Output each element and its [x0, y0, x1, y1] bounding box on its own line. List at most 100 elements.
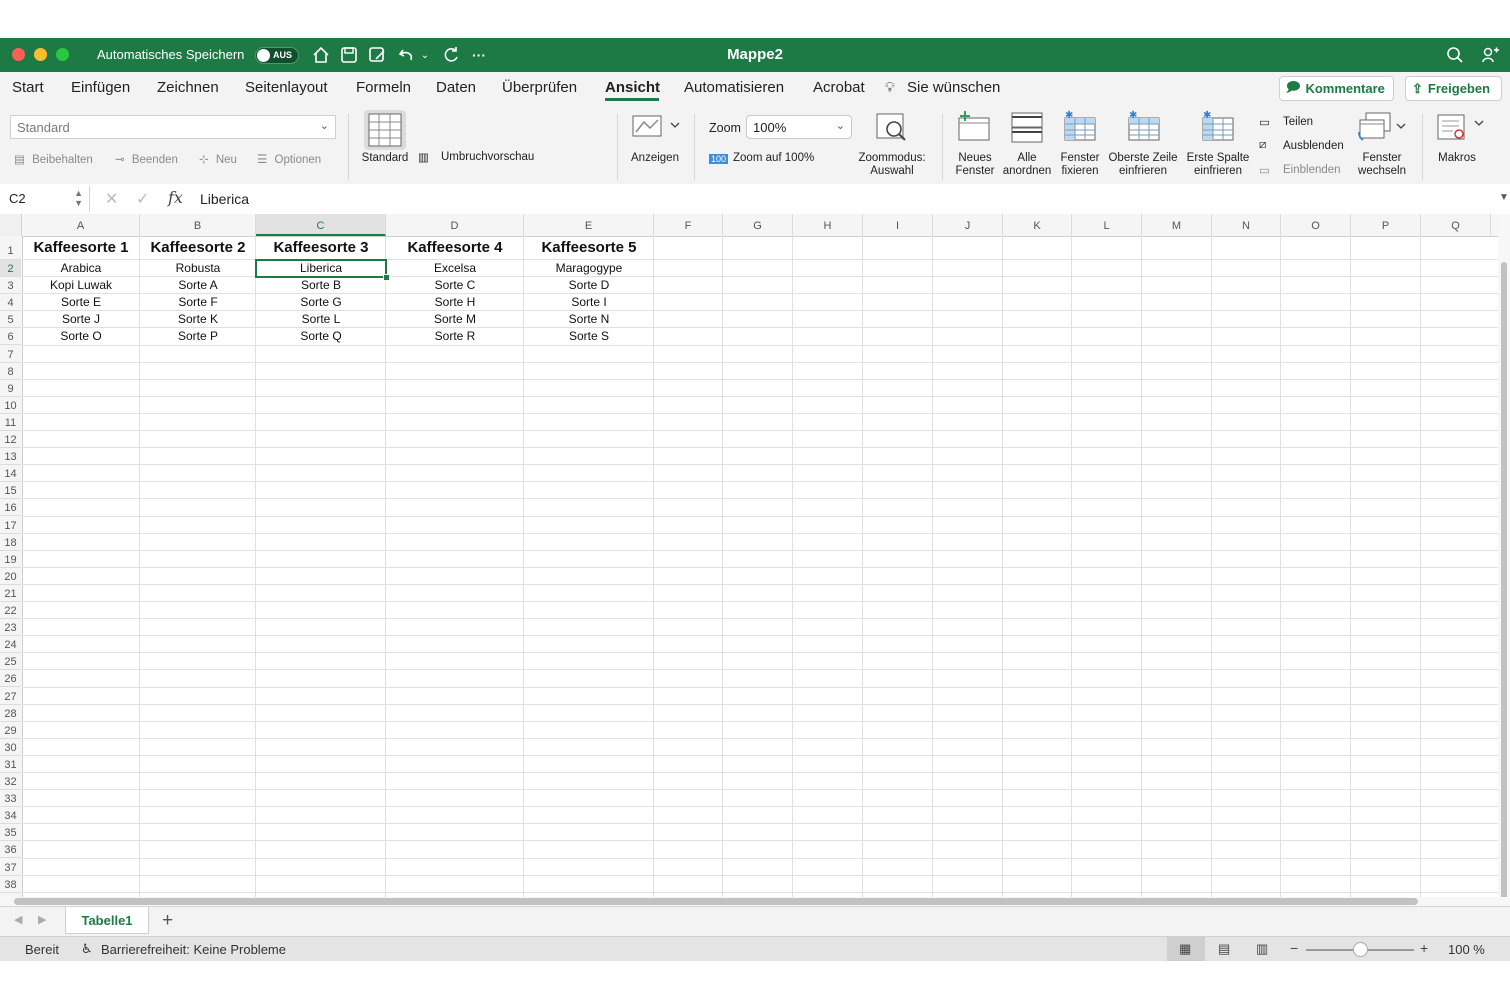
table-cell[interactable]: Sorte A — [140, 278, 256, 292]
table-cell[interactable]: Arabica — [22, 261, 140, 275]
table-cell[interactable]: Sorte O — [22, 329, 140, 343]
row-header-18[interactable]: 18 — [0, 534, 21, 551]
table-cell[interactable]: Sorte G — [256, 295, 386, 309]
row-header-10[interactable]: 10 — [0, 397, 21, 414]
table-cell[interactable]: Sorte P — [140, 329, 256, 343]
name-box[interactable]: C2 ▲ ▼ — [0, 186, 90, 212]
tell-me-search[interactable]: Sie wünschen — [907, 79, 1000, 96]
exit-view-button[interactable]: ⊸ Beenden — [115, 152, 178, 166]
page-layout-view-icon[interactable]: ▤ — [1218, 941, 1230, 957]
row-header-13[interactable]: 13 — [0, 448, 21, 466]
table-cell[interactable]: Sorte J — [22, 312, 140, 326]
column-header-k[interactable]: K — [1003, 214, 1072, 236]
column-header-i[interactable]: I — [863, 214, 933, 236]
arrange-all-icon[interactable] — [1009, 110, 1045, 149]
standard-view-button[interactable] — [364, 110, 406, 150]
row-header-3[interactable]: 3 — [0, 277, 21, 295]
row-header-16[interactable]: 16 — [0, 499, 21, 517]
row-header-29[interactable]: 29 — [0, 722, 21, 739]
row-header-31[interactable]: 31 — [0, 756, 21, 773]
table-cell[interactable]: Sorte H — [386, 295, 524, 309]
column-header-n[interactable]: N — [1212, 214, 1281, 236]
row-header-36[interactable]: 36 — [0, 841, 21, 859]
sheet-prev-icon[interactable]: ◀ — [14, 913, 22, 926]
insert-function-icon[interactable]: fx — [168, 188, 183, 207]
accessibility-status[interactable]: Barrierefreiheit: Keine Probleme — [101, 942, 286, 957]
add-sheet-icon[interactable]: + — [162, 910, 173, 932]
unhide-button[interactable]: Einblenden — [1283, 164, 1341, 176]
tab-seitenlayout[interactable]: Seitenlayout — [245, 79, 328, 96]
zoom-100-button[interactable]: Zoom auf 100% — [733, 152, 814, 164]
column-title-cell[interactable]: Kaffeesorte 2 — [140, 239, 256, 256]
vertical-scrollbar[interactable] — [1498, 214, 1510, 922]
break-preview-button[interactable]: Umbruchvorschau — [441, 151, 534, 163]
row-header-15[interactable]: 15 — [0, 482, 21, 500]
column-title-cell[interactable]: Kaffeesorte 3 — [256, 239, 386, 256]
column-header-h[interactable]: H — [793, 214, 863, 236]
row-header-28[interactable]: 28 — [0, 705, 21, 722]
column-header-f[interactable]: F — [654, 214, 723, 236]
column-header-l[interactable]: L — [1072, 214, 1142, 236]
new-view-button[interactable]: ⊹ Neu — [199, 152, 237, 166]
formula-input[interactable]: Liberica — [200, 191, 249, 207]
account-icon[interactable] — [1480, 44, 1502, 66]
tab-start[interactable]: Start — [12, 79, 44, 96]
column-header-c[interactable]: C — [256, 214, 386, 236]
row-header-11[interactable]: 11 — [0, 414, 21, 431]
column-header-d[interactable]: D — [386, 214, 524, 236]
keep-view-button[interactable]: ▤ Beibehalten — [14, 152, 93, 166]
row-header-1[interactable]: 1 — [0, 236, 21, 260]
share-button[interactable]: ⇪ Freigeben — [1405, 76, 1502, 101]
row-header-32[interactable]: 32 — [0, 773, 21, 791]
column-header-b[interactable]: B — [140, 214, 256, 236]
column-header-j[interactable]: J — [933, 214, 1003, 236]
tab-ueberpruefen[interactable]: Überprüfen — [502, 79, 577, 96]
row-header-38[interactable]: 38 — [0, 876, 21, 893]
column-title-cell[interactable]: Kaffeesorte 5 — [524, 239, 654, 256]
table-cell[interactable]: Kopi Luwak — [22, 278, 140, 292]
row-header-12[interactable]: 12 — [0, 431, 21, 449]
tab-automatisieren[interactable]: Automatisieren — [684, 79, 784, 96]
new-window-icon[interactable] — [956, 110, 992, 149]
column-header-q[interactable]: Q — [1421, 214, 1491, 236]
table-cell[interactable]: Sorte R — [386, 329, 524, 343]
split-button[interactable]: Teilen — [1283, 116, 1313, 128]
search-icon[interactable] — [1444, 44, 1466, 66]
row-header-9[interactable]: 9 — [0, 380, 21, 397]
horizontal-scroll-thumb[interactable] — [14, 898, 1418, 905]
column-header-g[interactable]: G — [723, 214, 793, 236]
worksheet-grid[interactable]: ABCDEFGHIJKLMNOPQ 1 2 3 4 5 6 7 8 9 10 11 12 13 14 15 1… — [0, 214, 1498, 897]
column-header-p[interactable]: P — [1351, 214, 1421, 236]
row-header-21[interactable]: 21 — [0, 585, 21, 602]
freeze-panes-icon[interactable]: ✱ — [1062, 110, 1098, 149]
table-cell[interactable]: Sorte I — [524, 295, 654, 309]
row-header-17[interactable]: 17 — [0, 517, 21, 534]
tab-acrobat[interactable]: Acrobat — [813, 79, 865, 96]
table-cell[interactable]: Sorte Q — [256, 329, 386, 343]
table-cell[interactable]: Sorte K — [140, 312, 256, 326]
column-header-a[interactable]: A — [22, 214, 140, 236]
sheet-next-icon[interactable]: ▶ — [38, 913, 46, 926]
sheet-tab-tabelle1[interactable]: Tabelle1 — [65, 907, 149, 934]
row-header-23[interactable]: 23 — [0, 619, 21, 637]
table-cell[interactable]: Excelsa — [386, 261, 524, 275]
column-title-cell[interactable]: Kaffeesorte 1 — [22, 239, 140, 256]
table-cell[interactable]: Robusta — [140, 261, 256, 275]
horizontal-scrollbar[interactable] — [0, 897, 1510, 906]
show-icon[interactable] — [632, 112, 682, 145]
row-header-37[interactable]: 37 — [0, 859, 21, 876]
row-header-34[interactable]: 34 — [0, 807, 21, 825]
tab-einfuegen[interactable]: Einfügen — [71, 79, 130, 96]
zoom-selection-icon[interactable] — [874, 110, 910, 149]
row-header-35[interactable]: 35 — [0, 824, 21, 842]
name-box-stepper-icon[interactable]: ▲ ▼ — [74, 188, 83, 208]
zoom-dropdown[interactable]: 100% ⌄ — [746, 115, 852, 139]
table-cell[interactable]: Sorte B — [256, 278, 386, 292]
tab-zeichnen[interactable]: Zeichnen — [157, 79, 219, 96]
table-cell[interactable]: Sorte E — [22, 295, 140, 309]
freeze-first-column-icon[interactable]: ✱ — [1200, 110, 1236, 149]
column-header-m[interactable]: M — [1142, 214, 1212, 236]
row-header-7[interactable]: 7 — [0, 346, 21, 363]
table-cell[interactable]: Sorte C — [386, 278, 524, 292]
table-cell[interactable]: Sorte D — [524, 278, 654, 292]
